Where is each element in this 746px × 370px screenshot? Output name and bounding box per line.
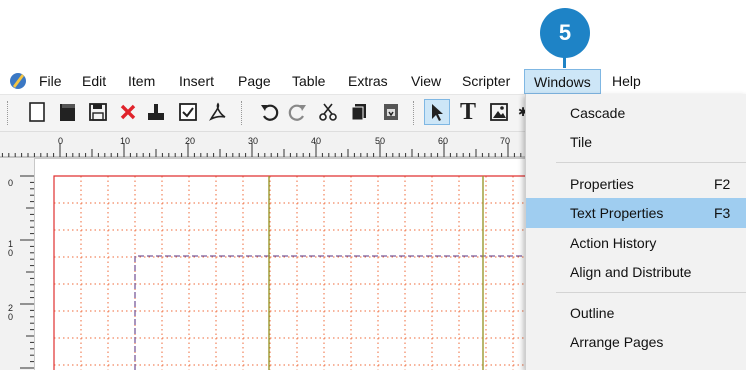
step-callout-badge: 5 [540,8,590,58]
ruler-label: 1 0 [8,239,14,258]
copy-icon[interactable] [346,99,372,125]
windows-menu-dropdown: Cascade Tile Properties F2 Text Properti… [525,94,746,370]
menu-help[interactable]: Help [612,68,641,94]
menu-option-properties[interactable]: Properties F2 [526,169,746,199]
ruler-label: 40 [311,136,322,146]
ruler-label: 70 [500,136,511,146]
paste-icon[interactable] [378,99,404,125]
cut-icon[interactable] [315,99,341,125]
menu-windows[interactable]: Windows [524,69,601,94]
menu-option-text-properties[interactable]: Text Properties F3 [526,198,746,228]
ruler-label: 0 [58,136,64,146]
menu-option-align-and-distribute[interactable]: Align and Distribute [526,257,746,287]
menu-edit[interactable]: Edit [82,68,106,94]
ruler-label: 60 [438,136,449,146]
menu-option-cascade[interactable]: Cascade [526,98,746,128]
undo-icon[interactable] [256,99,282,125]
horizontal-ruler[interactable]: 0 10 20 30 40 50 60 70 [0,132,526,159]
menu-insert[interactable]: Insert [179,68,214,94]
export-pdf-icon[interactable] [205,99,231,125]
ruler-label: 2 0 [8,303,14,322]
select-tool-icon[interactable] [424,99,450,125]
text-frame-icon[interactable]: T [455,99,481,125]
preflight-check-icon[interactable] [175,99,201,125]
print-icon[interactable] [143,99,169,125]
menu-page[interactable]: Page [238,68,271,94]
vertical-ruler[interactable]: 0 1 0 2 0 [0,158,35,370]
menu-table[interactable]: Table [292,68,325,94]
menu-item[interactable]: Item [128,68,155,94]
menu-extras[interactable]: Extras [348,68,388,94]
menu-option-outline[interactable]: Outline [526,298,746,328]
menu-option-action-history[interactable]: Action History [526,228,746,258]
image-frame-icon[interactable] [486,99,512,125]
document-canvas[interactable] [35,159,525,370]
menu-scripter[interactable]: Scripter [462,68,510,94]
ruler-label: 30 [248,136,259,146]
menu-file[interactable]: File [39,68,62,94]
save-icon[interactable] [85,99,111,125]
open-icon[interactable] [55,99,81,125]
ruler-label: 10 [120,136,131,146]
new-document-icon[interactable] [24,99,50,125]
app-logo-icon [10,73,26,89]
menu-separator [556,292,746,293]
ruler-label: 0 [8,178,14,188]
menu-option-tile[interactable]: Tile [526,127,746,157]
redo-icon[interactable] [285,99,311,125]
menu-separator [556,162,746,163]
menu-option-arrange-pages[interactable]: Arrange Pages [526,327,746,357]
close-icon[interactable] [115,99,141,125]
ruler-label: 20 [185,136,196,146]
ruler-label: 50 [375,136,386,146]
menu-bar: File Edit Item Insert Page Table Extras … [0,68,746,95]
menu-view[interactable]: View [411,68,441,94]
